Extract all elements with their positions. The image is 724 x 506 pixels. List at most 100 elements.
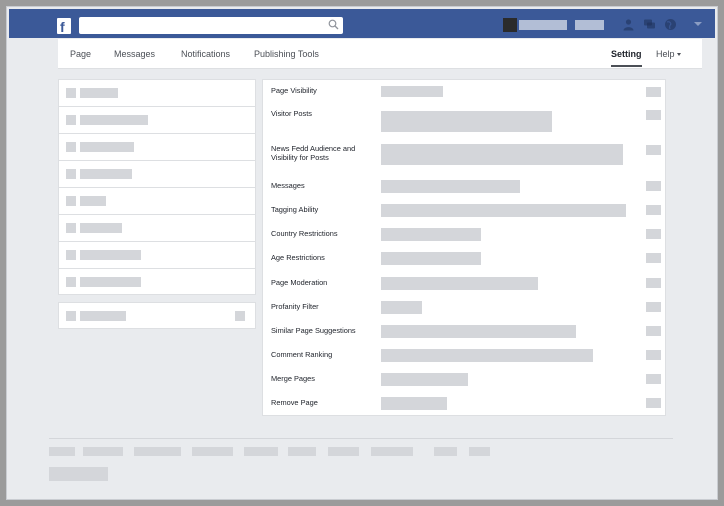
- footer-copyright-placeholder: [49, 467, 108, 481]
- sidebar-item-icon: [66, 196, 76, 206]
- sidebar-item-icon: [66, 311, 76, 321]
- avatar[interactable]: [503, 18, 517, 32]
- sidebar-item[interactable]: [59, 188, 255, 215]
- setting-value-placeholder: [381, 204, 626, 217]
- setting-label: Profanity Filter: [271, 302, 319, 311]
- sidebar-item-label-placeholder: [80, 115, 148, 125]
- setting-label: Remove Page: [271, 398, 318, 407]
- setting-value-placeholder: [381, 397, 447, 410]
- settings-sidebar: [58, 79, 256, 295]
- sidebar-item[interactable]: [59, 161, 255, 188]
- sidebar-item-icon: [66, 250, 76, 260]
- general-settings-panel: Page Visibility Visitor Posts News Fedd …: [262, 79, 666, 416]
- home-link-placeholder[interactable]: [575, 20, 604, 30]
- setting-value-placeholder: [381, 373, 468, 386]
- setting-label: Similar Page Suggestions: [271, 326, 356, 335]
- footer-link-placeholder[interactable]: [83, 447, 123, 456]
- setting-label: Tagging Ability: [271, 205, 319, 214]
- footer-link-placeholder[interactable]: [288, 447, 316, 456]
- footer-link-placeholder[interactable]: [192, 447, 233, 456]
- chevron-down-icon: [676, 53, 681, 56]
- search-input[interactable]: [79, 17, 343, 34]
- tab-page[interactable]: Page: [70, 49, 91, 59]
- tab-settings[interactable]: Setting: [611, 49, 642, 67]
- top-bar: f: [9, 9, 715, 38]
- edit-button[interactable]: [646, 145, 661, 155]
- setting-value-placeholder: [381, 111, 552, 132]
- edit-button[interactable]: [646, 374, 661, 384]
- sidebar-item-label-placeholder: [80, 169, 132, 179]
- sidebar-item[interactable]: [59, 242, 255, 269]
- search-icon[interactable]: [328, 19, 339, 30]
- setting-value-placeholder: [381, 349, 593, 362]
- footer-link-placeholder[interactable]: [328, 447, 359, 456]
- setting-label: News Fedd Audience and Visibility for Po…: [271, 144, 356, 162]
- edit-button[interactable]: [646, 350, 661, 360]
- facebook-logo-icon[interactable]: f: [57, 18, 71, 35]
- sidebar-item-icon: [66, 115, 76, 125]
- footer-link-placeholder[interactable]: [49, 447, 75, 456]
- setting-label: Comment Ranking: [271, 350, 333, 359]
- setting-value-placeholder: [381, 228, 481, 241]
- sidebar-item-label-placeholder: [80, 223, 122, 233]
- profile-name-placeholder[interactable]: [519, 20, 567, 30]
- setting-label: Merge Pages: [271, 374, 315, 383]
- setting-label: Page Visibility: [271, 86, 317, 95]
- footer-link-placeholder[interactable]: [244, 447, 278, 456]
- sidebar-item[interactable]: [59, 80, 255, 107]
- edit-button[interactable]: [646, 278, 661, 288]
- sidebar-item-label-placeholder: [80, 311, 126, 321]
- sidebar-item[interactable]: [59, 107, 255, 134]
- sidebar-item[interactable]: [59, 215, 255, 242]
- sidebar-item-icon: [66, 88, 76, 98]
- sidebar-item-icon: [66, 142, 76, 152]
- sidebar-item[interactable]: [59, 134, 255, 161]
- sidebar-item-label-placeholder: [80, 250, 141, 260]
- footer-link-placeholder[interactable]: [371, 447, 413, 456]
- edit-button[interactable]: [646, 302, 661, 312]
- help-label: Help: [656, 49, 675, 59]
- edit-button[interactable]: [646, 181, 661, 191]
- setting-label: Visitor Posts: [271, 109, 312, 118]
- footer-link-placeholder[interactable]: [469, 447, 490, 456]
- setting-value-placeholder: [381, 180, 520, 193]
- setting-label: Page Moderation: [271, 278, 328, 287]
- sidebar-item-icon: [66, 277, 76, 287]
- tab-messages[interactable]: Messages: [114, 49, 155, 59]
- setting-value-placeholder: [381, 252, 481, 265]
- setting-value-placeholder: [381, 144, 623, 165]
- browser-frame: f Page Messages Notifications Publishing…: [6, 6, 718, 500]
- friend-requests-icon[interactable]: [622, 18, 635, 31]
- sidebar-item[interactable]: [59, 269, 255, 296]
- sidebar-extra-item[interactable]: [58, 302, 256, 329]
- tab-publishing-tools[interactable]: Publishing Tools: [254, 49, 319, 59]
- sidebar-item-action-icon[interactable]: [235, 311, 245, 321]
- setting-label: Messages: [271, 181, 305, 190]
- setting-label: Country Restrictions: [271, 229, 338, 238]
- edit-button[interactable]: [646, 398, 661, 408]
- footer-link-placeholder[interactable]: [134, 447, 181, 456]
- help-menu[interactable]: Help: [656, 49, 681, 59]
- footer-divider: [49, 438, 673, 439]
- page-navigation: Page Messages Notifications Publishing T…: [58, 39, 702, 69]
- notifications-globe-icon[interactable]: [664, 18, 677, 31]
- setting-label: Age Restrictions: [271, 253, 325, 262]
- sidebar-item-label-placeholder: [80, 142, 134, 152]
- setting-value-placeholder: [381, 86, 443, 97]
- messages-icon[interactable]: [643, 18, 656, 31]
- account-menu-caret-icon[interactable]: [694, 22, 702, 26]
- edit-button[interactable]: [646, 87, 661, 97]
- sidebar-item-label-placeholder: [80, 88, 118, 98]
- footer-link-placeholder[interactable]: [434, 447, 457, 456]
- tab-notifications[interactable]: Notifications: [181, 49, 230, 59]
- setting-value-placeholder: [381, 277, 538, 290]
- edit-button[interactable]: [646, 205, 661, 215]
- edit-button[interactable]: [646, 326, 661, 336]
- sidebar-item-icon: [66, 223, 76, 233]
- sidebar-item-label-placeholder: [80, 277, 141, 287]
- sidebar-item-icon: [66, 169, 76, 179]
- edit-button[interactable]: [646, 253, 661, 263]
- edit-button[interactable]: [646, 110, 661, 120]
- setting-value-placeholder: [381, 301, 422, 314]
- edit-button[interactable]: [646, 229, 661, 239]
